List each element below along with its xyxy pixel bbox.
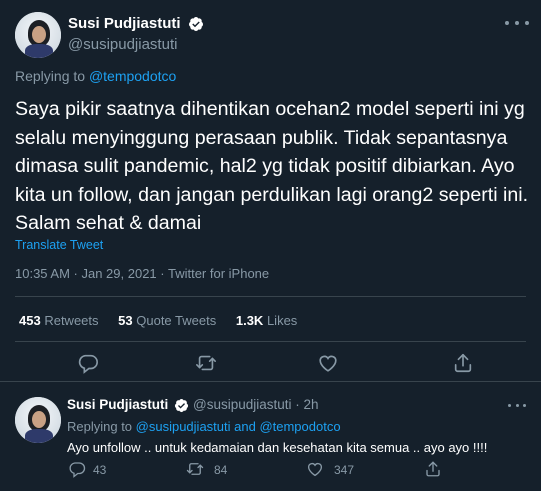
verified-badge-icon xyxy=(174,398,189,413)
reply-count: 43 xyxy=(93,463,107,477)
retweets-stat[interactable]: 453 Retweets xyxy=(19,313,99,328)
reply-replying-to: Replying to @susipudjiastuti and @tempod… xyxy=(67,419,341,434)
quotes-count: 53 xyxy=(118,313,133,328)
retweet-icon xyxy=(186,463,204,475)
reply-reply-button[interactable] xyxy=(68,460,86,478)
likes-count: 1.3K xyxy=(235,313,264,328)
quote-tweets-stat[interactable]: 53 Quote Tweets xyxy=(118,313,216,328)
main-tweet: Susi Pudjiastuti @susipudjiastuti Replyi… xyxy=(0,0,541,382)
share-button[interactable] xyxy=(452,352,474,374)
replying-to-link-2[interactable]: @tempodotco xyxy=(259,419,340,434)
likes-stat[interactable]: 1.3K Likes xyxy=(236,313,297,328)
tweet-stats: 453 Retweets 53 Quote Tweets 1.3K Likes xyxy=(19,313,313,328)
tweet-text: Saya pikir saatnya dihentikan ocehan2 mo… xyxy=(15,98,529,234)
more-icon[interactable] xyxy=(505,14,529,32)
reply-more-icon[interactable] xyxy=(508,398,526,412)
author-handle[interactable]: @susipudjiastuti xyxy=(68,36,177,53)
like-icon xyxy=(319,355,337,372)
replying-to: Replying to @tempodotco xyxy=(15,68,176,84)
likes-label: Likes xyxy=(266,313,298,328)
share-icon xyxy=(454,353,472,373)
reply-handle-time[interactable]: @susipudjiastuti · 2h xyxy=(193,397,319,412)
replying-to-link-1[interactable]: @susipudjiastuti xyxy=(136,419,231,434)
reply-author-name[interactable]: Susi Pudjiastuti xyxy=(67,397,168,412)
reply-author-avatar[interactable] xyxy=(15,397,61,443)
quotes-label: Quote Tweets xyxy=(136,313,217,328)
replying-prefix: Replying to xyxy=(15,68,89,84)
reply-retweet-button[interactable] xyxy=(186,460,204,478)
reply-like-button[interactable] xyxy=(306,460,324,478)
reply-button[interactable] xyxy=(77,352,99,374)
replying-and: and xyxy=(230,419,260,434)
author-name[interactable]: Susi Pudjiastuti xyxy=(68,15,181,32)
retweets-label: Retweets xyxy=(44,313,99,328)
reply-share-button[interactable] xyxy=(424,460,442,478)
tweet-timestamp[interactable]: 10:35 AM · Jan 29, 2021 · Twitter for iP… xyxy=(15,266,269,281)
divider xyxy=(15,296,526,297)
replying-to-link[interactable]: @tempodotco xyxy=(89,68,176,84)
like-button[interactable] xyxy=(317,352,339,374)
share-icon xyxy=(426,461,440,477)
author-avatar[interactable] xyxy=(15,12,61,58)
like-count: 347 xyxy=(334,463,355,477)
verified-badge-icon xyxy=(188,17,203,31)
reply-text: Ayo unfollow .. untuk kedamaian dan kese… xyxy=(67,440,488,455)
divider xyxy=(15,341,526,342)
retweet-count: 84 xyxy=(214,463,228,477)
retweets-count: 453 xyxy=(19,313,41,328)
retweet-button[interactable] xyxy=(195,352,217,374)
like-icon xyxy=(307,462,323,477)
reply-icon xyxy=(69,462,86,478)
retweet-icon xyxy=(196,355,216,371)
replying-prefix: Replying to xyxy=(67,419,136,434)
reply-icon xyxy=(78,354,98,374)
translate-tweet-link[interactable]: Translate Tweet xyxy=(15,238,103,252)
